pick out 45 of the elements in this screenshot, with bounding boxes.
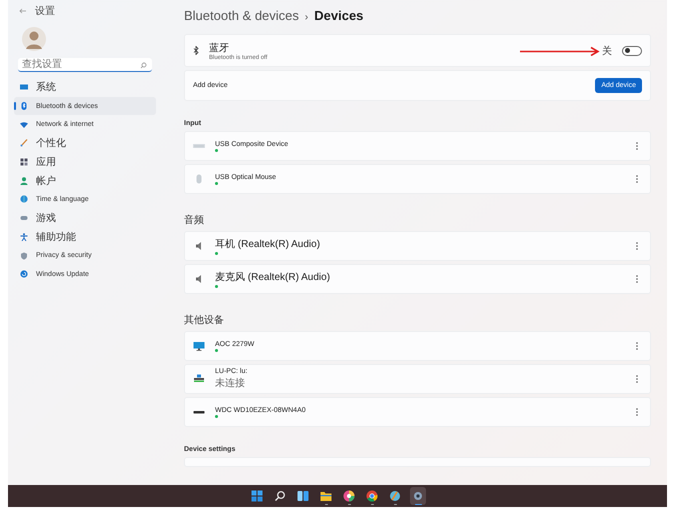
bluetooth-icon	[193, 46, 199, 55]
sidebar-item[interactable]: 游戏	[14, 208, 156, 228]
settings-icon	[412, 490, 424, 502]
sidebar-item[interactable]: 系统	[14, 78, 156, 97]
accessibility-icon	[20, 232, 28, 241]
window-title: 设置	[35, 4, 55, 18]
avatar-icon	[22, 26, 46, 52]
monitor-icon	[193, 341, 205, 351]
page-title: Devices	[314, 8, 364, 23]
windows-logo-icon	[251, 490, 263, 502]
device-name: 耳机 (Realtek(R) Audio)	[215, 238, 322, 251]
search-icon	[140, 62, 147, 68]
sidebar-item[interactable]: 应用	[14, 152, 156, 172]
color-wheel-icon	[343, 490, 355, 502]
device-name: 麦克风 (Realtek(R) Audio)	[215, 270, 332, 284]
sidebar-item[interactable]: 辅助功能	[14, 228, 156, 246]
browser-icon	[366, 490, 378, 502]
bluetooth-title: 蓝牙	[209, 42, 230, 54]
search-field[interactable]: 查找设置	[18, 58, 152, 72]
bluetooth-toggle[interactable]	[622, 46, 642, 56]
back-icon[interactable]	[19, 8, 27, 14]
folder-icon	[320, 490, 332, 502]
bluetooth-icon	[20, 102, 28, 110]
grid-icon	[20, 158, 28, 166]
update-icon	[20, 270, 28, 278]
wifi-icon	[20, 120, 28, 129]
sidebar-item[interactable]: 个性化	[14, 134, 156, 153]
person-icon	[20, 176, 28, 185]
search-icon	[274, 490, 286, 502]
section-heading: 其他设备	[184, 314, 225, 328]
breadcrumb-link[interactable]: Bluetooth & devices	[184, 8, 299, 23]
globe-icon	[20, 195, 28, 204]
device-card[interactable]: 耳机 (Realtek(R) Audio)	[184, 231, 651, 261]
device-status: 未连接	[215, 376, 246, 390]
monitor-icon	[20, 83, 28, 92]
computer-icon	[193, 374, 205, 384]
breadcrumb-separator: ›	[304, 12, 308, 23]
widgets-icon	[297, 490, 309, 502]
shield-icon	[20, 252, 28, 260]
section-heading: 音频	[184, 214, 205, 228]
device-card[interactable]: 麦克风 (Realtek(R) Audio)	[184, 264, 651, 294]
brush-icon	[20, 139, 28, 148]
keyboard-icon	[193, 141, 205, 151]
sidebar-item[interactable]: 帐户	[14, 171, 156, 190]
toggle-state-label: 关	[602, 44, 612, 58]
